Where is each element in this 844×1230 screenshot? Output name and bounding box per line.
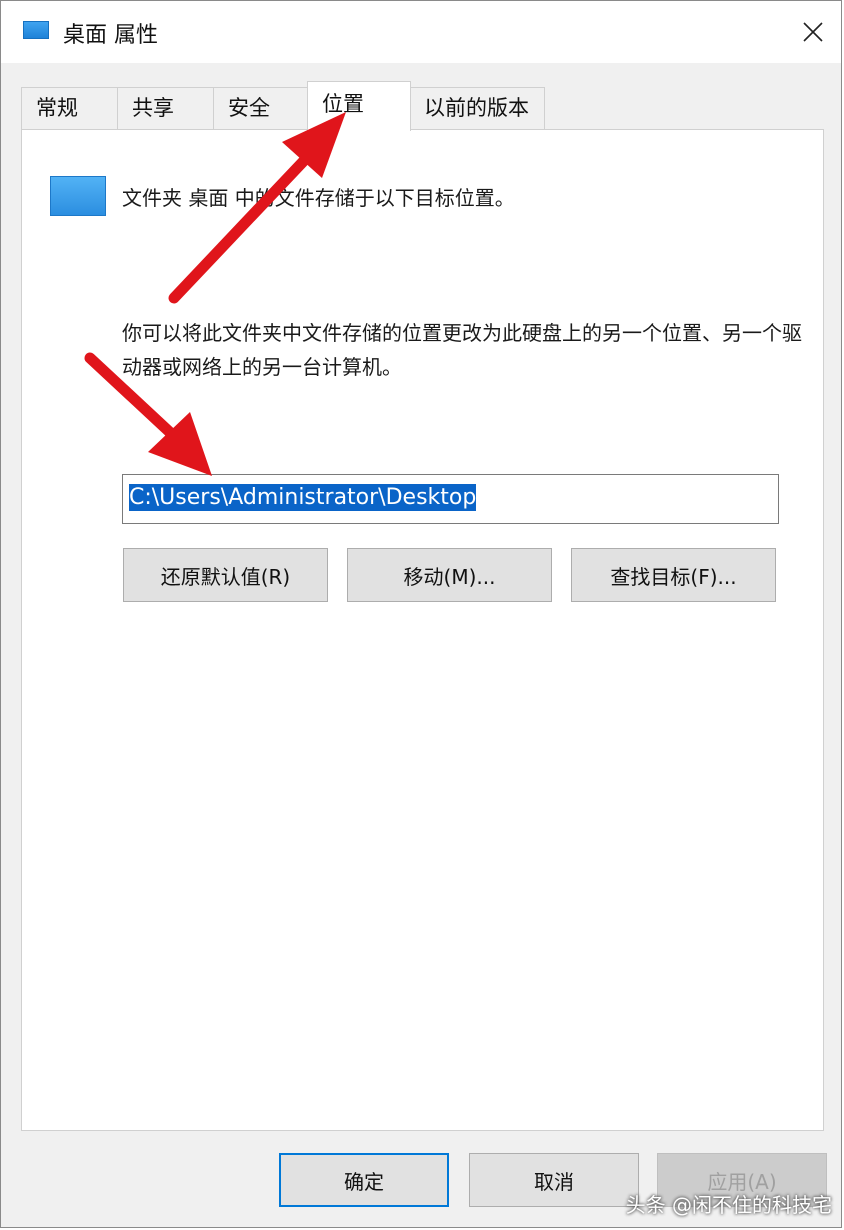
folder-icon — [50, 176, 106, 216]
close-button[interactable] — [785, 1, 841, 63]
move-button[interactable]: 移动(M)... — [347, 548, 552, 602]
watermark: 头条 @闲不住的科技宅 — [625, 1193, 832, 1217]
folder-icon — [23, 21, 49, 39]
cancel-button[interactable]: 取消 — [469, 1153, 639, 1207]
tab-security[interactable]: 安全 — [213, 87, 309, 129]
properties-window: 桌面 属性 常规 共享 安全 位置 以前的版本 文件夹 桌面 中的文件存储于以下… — [0, 0, 842, 1228]
location-info-text: 你可以将此文件夹中文件存储的位置更改为此硬盘上的另一个位置、另一个驱动器或网络上… — [122, 321, 802, 379]
ok-button[interactable]: 确定 — [279, 1153, 449, 1207]
title-bar: 桌面 属性 — [1, 1, 841, 63]
restore-default-button[interactable]: 还原默认值(R) — [123, 548, 328, 602]
location-tab-panel: 文件夹 桌面 中的文件存储于以下目标位置。 你可以将此文件夹中文件存储的位置更改… — [21, 129, 824, 1131]
target-path-value: C:\Users\Administrator\Desktop — [129, 484, 477, 511]
tab-previous-versions[interactable]: 以前的版本 — [409, 87, 545, 129]
target-path-input[interactable]: C:\Users\Administrator\Desktop — [122, 474, 779, 524]
tab-general[interactable]: 常规 — [21, 87, 119, 129]
tab-location[interactable]: 位置 — [307, 81, 411, 131]
tab-sharing[interactable]: 共享 — [117, 87, 215, 129]
window-title: 桌面 属性 — [63, 23, 158, 48]
close-icon — [803, 22, 823, 42]
find-target-button[interactable]: 查找目标(F)... — [571, 548, 776, 602]
location-description: 文件夹 桌面 中的文件存储于以下目标位置。 — [122, 186, 515, 210]
